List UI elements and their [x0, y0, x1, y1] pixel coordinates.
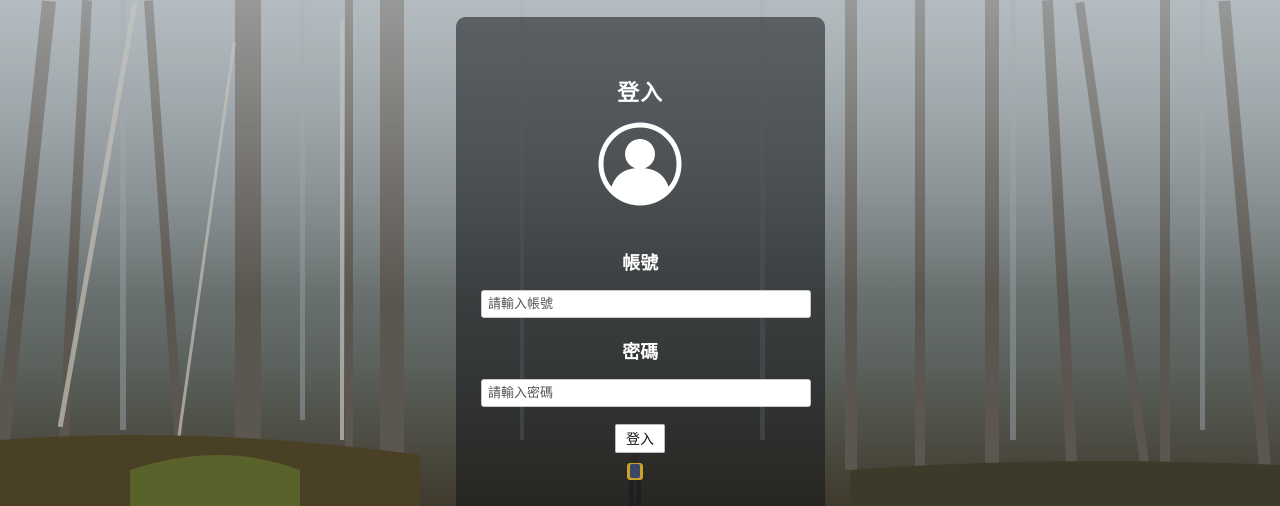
account-input[interactable] — [481, 290, 811, 318]
login-title: 登入 — [617, 81, 664, 106]
hiker-figure — [627, 454, 643, 506]
user-avatar-icon — [598, 122, 682, 206]
password-input[interactable] — [481, 379, 811, 407]
login-panel: 登入 帳號 密碼 登入 — [456, 17, 825, 506]
password-label: 密碼 — [622, 342, 659, 363]
login-button[interactable]: 登入 — [615, 424, 665, 453]
account-label: 帳號 — [622, 253, 659, 274]
